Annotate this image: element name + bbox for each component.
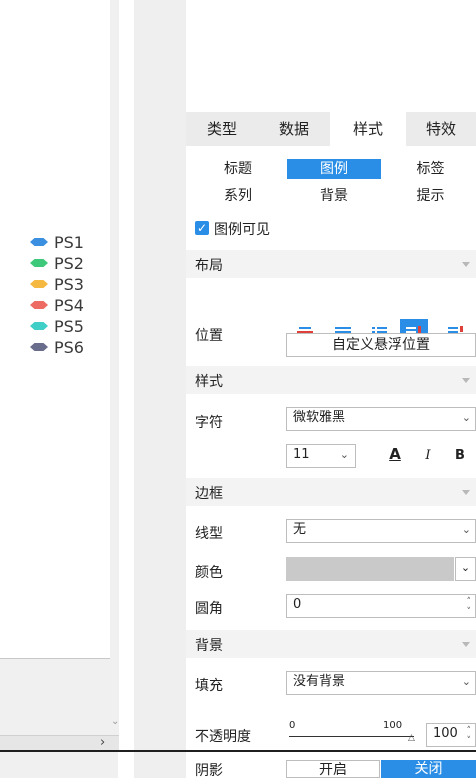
legend-marker-icon bbox=[30, 343, 48, 351]
legend-item[interactable]: PS4 bbox=[30, 295, 84, 315]
font-color-button[interactable]: A bbox=[381, 443, 409, 469]
legend-item-label: PS1 bbox=[54, 232, 84, 252]
canvas-footer-area bbox=[0, 659, 118, 778]
subtab-legend[interactable]: 图例 bbox=[287, 159, 381, 179]
font-family-select[interactable]: 微软雅黑 ⌄ bbox=[286, 407, 476, 431]
opacity-value: 100 bbox=[433, 726, 458, 741]
shadow-off-button[interactable]: 关闭 bbox=[381, 760, 476, 778]
opacity-slider-thumb[interactable]: △ bbox=[408, 733, 415, 743]
section-border[interactable]: 边框 bbox=[186, 478, 476, 506]
legend-item[interactable]: PS1 bbox=[30, 232, 84, 252]
color-dropdown-button[interactable]: ⌄ bbox=[455, 557, 476, 581]
vertical-scrollbar[interactable]: ⌄ bbox=[110, 0, 119, 735]
legend-item-label: PS6 bbox=[54, 337, 84, 357]
legend-item-label: PS3 bbox=[54, 274, 84, 294]
opacity-slider-track[interactable] bbox=[289, 736, 414, 737]
legend-item-label: PS5 bbox=[54, 316, 84, 336]
horizontal-scrollbar[interactable]: › bbox=[0, 735, 119, 750]
chevron-down-icon: ⌄ bbox=[461, 523, 471, 536]
collapse-caret-icon bbox=[462, 490, 470, 495]
italic-button[interactable]: I bbox=[416, 446, 440, 466]
tab-type[interactable]: 类型 bbox=[186, 112, 258, 146]
border-color-swatch[interactable] bbox=[286, 557, 454, 581]
line-type-select[interactable]: 无 ⌄ bbox=[286, 519, 476, 543]
font-label: 字符 bbox=[195, 415, 223, 431]
opacity-min: 0 bbox=[289, 720, 296, 731]
collapse-caret-icon bbox=[462, 262, 470, 267]
font-family-value: 微软雅黑 bbox=[293, 410, 346, 425]
font-size-value: 11 bbox=[293, 447, 310, 462]
fill-select[interactable]: 没有背景 ⌄ bbox=[286, 671, 476, 695]
border-color-label: 颜色 bbox=[195, 565, 223, 581]
section-background[interactable]: 背景 bbox=[186, 630, 476, 658]
chevron-down-icon: ⌄ bbox=[339, 448, 349, 461]
splitter[interactable] bbox=[119, 0, 134, 778]
opacity-label: 不透明度 bbox=[195, 729, 251, 745]
legend-visible-label: 图例可见 bbox=[214, 222, 270, 238]
opacity-max: 100 bbox=[383, 720, 403, 731]
bottom-divider bbox=[0, 750, 476, 752]
chevron-down-icon: ⌄ bbox=[461, 675, 471, 688]
legend-item[interactable]: PS3 bbox=[30, 274, 84, 294]
radius-input[interactable]: 0 ˄ ˅ bbox=[286, 594, 476, 618]
position-label: 位置 bbox=[195, 328, 223, 344]
legend-item[interactable]: PS5 bbox=[30, 316, 84, 336]
legend-item-label: PS2 bbox=[54, 253, 84, 273]
legend-item-label: PS4 bbox=[54, 295, 84, 315]
section-layout-title: 布局 bbox=[195, 258, 223, 274]
chevron-down-icon: ⌄ bbox=[461, 411, 471, 424]
fill-value: 没有背景 bbox=[293, 674, 346, 689]
tab-effects[interactable]: 特效 bbox=[406, 112, 476, 146]
section-style[interactable]: 样式 bbox=[186, 366, 476, 394]
subtab-label[interactable]: 标签 bbox=[385, 159, 476, 179]
opacity-input[interactable]: 100 ˄ ˅ bbox=[426, 723, 476, 747]
spinner-icon[interactable]: ˄ ˅ bbox=[467, 597, 472, 617]
collapse-caret-icon bbox=[462, 378, 470, 383]
subtab-tooltip[interactable]: 提示 bbox=[385, 186, 476, 206]
custom-float-position-button[interactable]: 自定义悬浮位置 bbox=[286, 333, 476, 357]
legend-marker-icon bbox=[30, 280, 48, 288]
section-style-title: 样式 bbox=[195, 374, 223, 390]
subtab-series[interactable]: 系列 bbox=[192, 186, 284, 206]
side-strip bbox=[134, 0, 186, 778]
tab-style[interactable]: 样式 bbox=[330, 112, 406, 146]
spinner-icon[interactable]: ˄ ˅ bbox=[467, 726, 472, 746]
section-border-title: 边框 bbox=[195, 486, 223, 502]
tab-data[interactable]: 数据 bbox=[258, 112, 330, 146]
main-tabs: 类型 数据 样式 特效 bbox=[186, 112, 476, 146]
legend-item[interactable]: PS6 bbox=[30, 337, 84, 357]
legend-marker-icon bbox=[30, 301, 48, 309]
section-layout[interactable]: 布局 bbox=[186, 250, 476, 278]
shadow-label: 阴影 bbox=[195, 763, 223, 779]
bold-button[interactable]: B bbox=[448, 446, 472, 466]
fill-label: 填充 bbox=[195, 678, 223, 694]
radius-value: 0 bbox=[293, 597, 302, 612]
collapse-caret-icon bbox=[462, 642, 470, 647]
subtab-background[interactable]: 背景 bbox=[287, 186, 381, 206]
radius-label: 圆角 bbox=[195, 601, 223, 617]
scroll-right-icon[interactable]: › bbox=[100, 735, 105, 750]
legend-marker-icon bbox=[30, 322, 48, 330]
subtab-title[interactable]: 标题 bbox=[192, 159, 284, 179]
section-background-title: 背景 bbox=[195, 638, 223, 654]
line-type-value: 无 bbox=[293, 522, 307, 537]
legend-item[interactable]: PS2 bbox=[30, 253, 84, 273]
font-size-select[interactable]: 11 ⌄ bbox=[286, 444, 356, 468]
line-type-label: 线型 bbox=[195, 526, 223, 542]
chart-canvas: PS1 PS2 PS3 PS4 PS5 PS6 bbox=[0, 0, 111, 659]
chevron-down-icon: ⌄ bbox=[460, 561, 471, 574]
legend-visible-checkbox[interactable]: ✓ bbox=[195, 221, 209, 235]
shadow-on-button[interactable]: 开启 bbox=[286, 760, 380, 778]
legend-marker-icon bbox=[30, 259, 48, 267]
legend-marker-icon bbox=[30, 238, 48, 246]
